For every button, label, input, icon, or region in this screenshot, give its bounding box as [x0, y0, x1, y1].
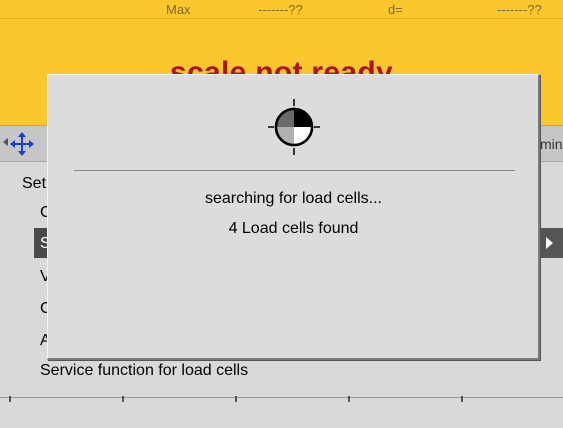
softkey-divider [9, 396, 11, 402]
softkey-5[interactable] [452, 398, 563, 428]
softkey-3[interactable] [226, 398, 338, 428]
d-value: -------?? [497, 2, 542, 17]
busy-spinner-icon [268, 99, 320, 155]
softkey-bar [0, 396, 563, 428]
softkey-divider [122, 396, 124, 402]
triangle-left-icon[interactable] [3, 138, 8, 146]
softkey-divider [461, 396, 463, 402]
load-cell-search-dialog: searching for load cells... 4 Load cells… [47, 74, 540, 360]
move-arrows-icon[interactable] [10, 132, 34, 156]
softkey-4[interactable] [339, 398, 451, 428]
softkey-2[interactable] [113, 398, 225, 428]
nav-right-text: min [540, 136, 563, 152]
dialog-separator [74, 170, 515, 171]
softkey-divider [235, 396, 237, 402]
load-cells-found-text: 4 Load cells found [228, 220, 359, 237]
header-divider [0, 18, 563, 19]
softkey-1[interactable] [0, 398, 112, 428]
d-label: d= [388, 2, 403, 17]
softkey-divider [348, 396, 350, 402]
triangle-right-icon[interactable] [537, 228, 563, 258]
menu-item-service-function[interactable]: Service function for load cells [40, 362, 248, 380]
max-value: -------?? [258, 2, 303, 17]
max-label: Max [166, 2, 191, 17]
search-status-text: searching for load cells... [205, 190, 382, 207]
